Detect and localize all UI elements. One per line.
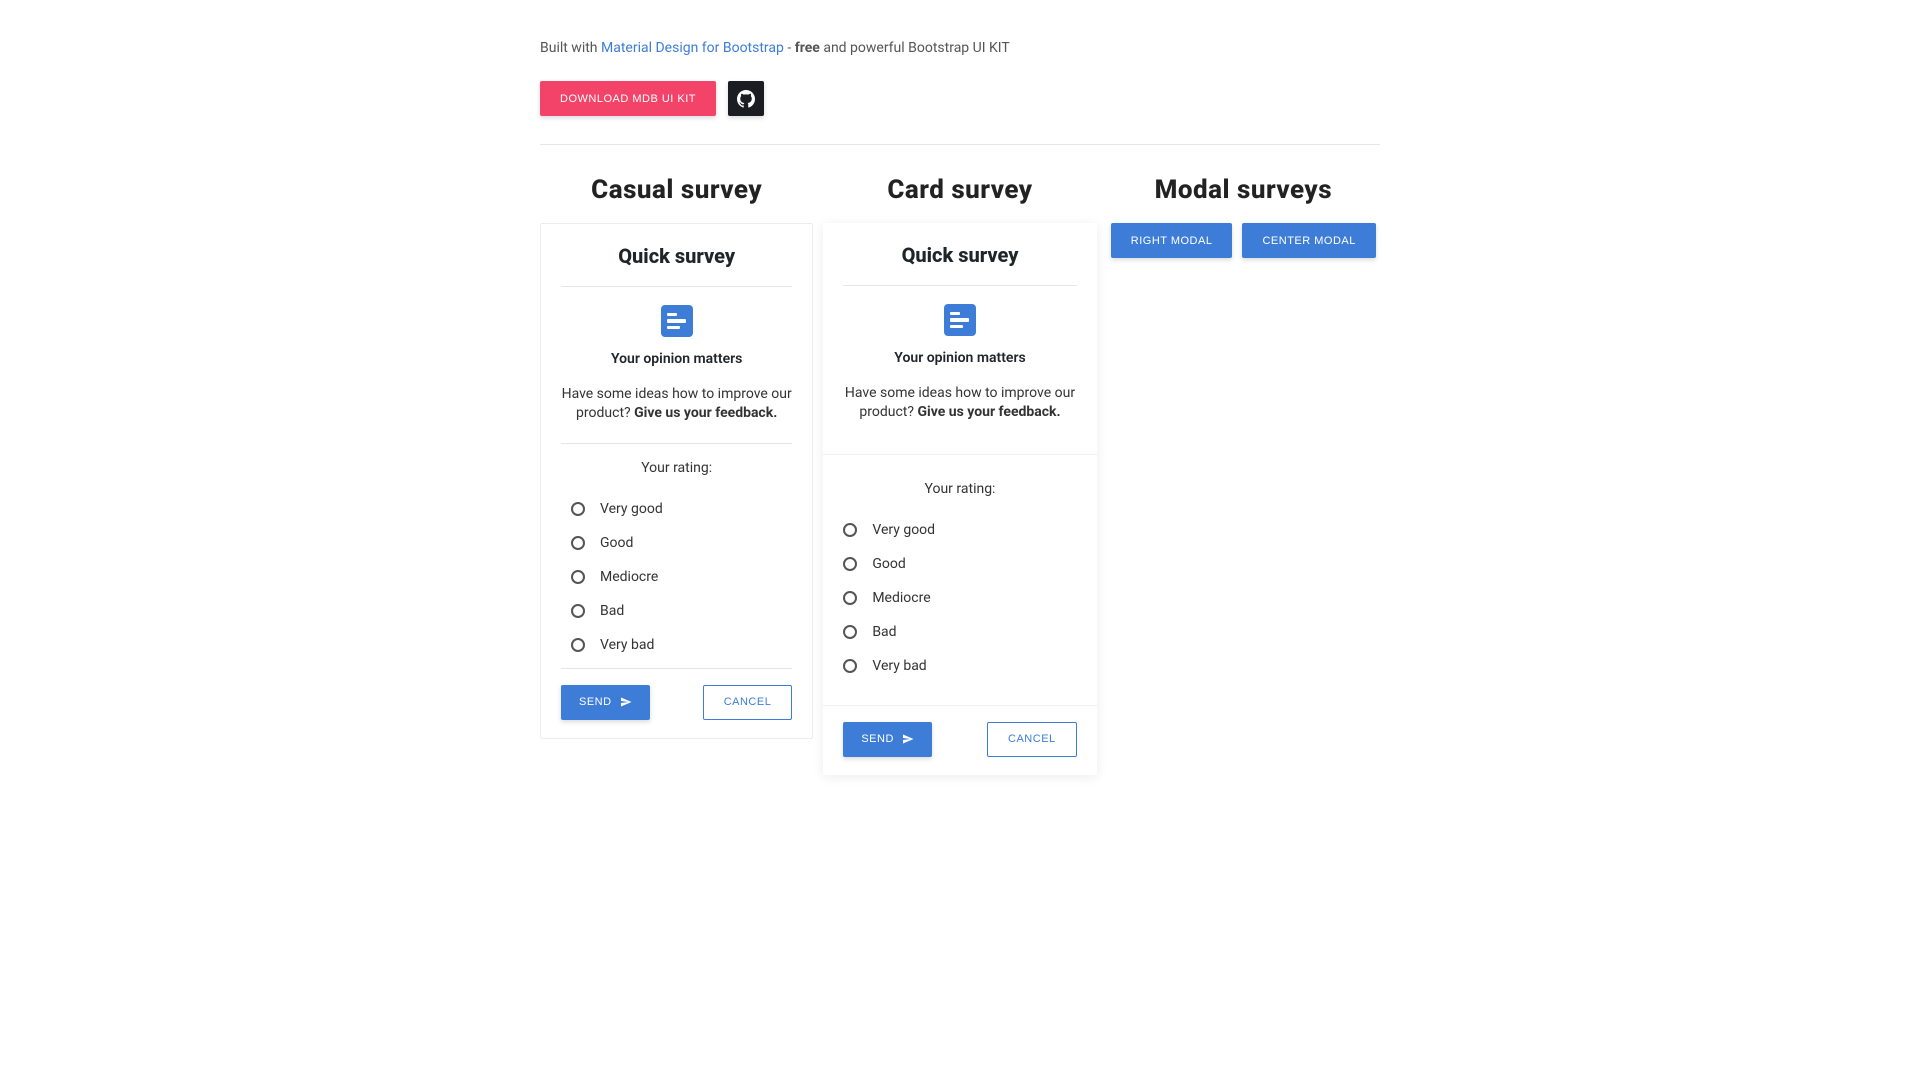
cancel-button[interactable]: CANCEL bbox=[703, 685, 793, 720]
option-row[interactable]: Very good bbox=[843, 513, 1076, 547]
send-button[interactable]: SEND bbox=[843, 722, 932, 757]
card-subtitle: Your opinion matters bbox=[843, 350, 1076, 366]
option-row[interactable]: Bad bbox=[571, 594, 782, 628]
radio-icon bbox=[571, 536, 585, 550]
radio-icon bbox=[571, 638, 585, 652]
card-title: Card survey bbox=[823, 175, 1096, 205]
option-label: Very bad bbox=[872, 658, 926, 674]
card-survey-card: Quick survey Your opinion matters Have s… bbox=[823, 223, 1096, 775]
casual-desc: Have some ideas how to improve our produ… bbox=[561, 385, 792, 423]
divider bbox=[561, 443, 792, 444]
radio-icon bbox=[843, 523, 857, 537]
card-rating-label: Your rating: bbox=[843, 481, 1076, 497]
casual-subtitle: Your opinion matters bbox=[561, 351, 792, 367]
casual-title: Casual survey bbox=[540, 175, 813, 205]
radio-icon bbox=[843, 557, 857, 571]
send-icon bbox=[620, 696, 632, 708]
header-buttons: DOWNLOAD MDB UI KIT bbox=[540, 81, 1380, 134]
card-desc-strong: Give us your feedback. bbox=[917, 404, 1060, 420]
radio-icon bbox=[843, 591, 857, 605]
casual-card-title: Quick survey bbox=[561, 244, 792, 268]
option-label: Mediocre bbox=[872, 590, 930, 606]
cancel-button[interactable]: CANCEL bbox=[987, 722, 1077, 757]
option-row[interactable]: Very bad bbox=[843, 649, 1076, 683]
send-label: SEND bbox=[579, 696, 612, 708]
header-mid: - bbox=[784, 40, 795, 56]
option-row[interactable]: Good bbox=[571, 526, 782, 560]
radio-icon bbox=[843, 659, 857, 673]
option-label: Very good bbox=[872, 522, 935, 538]
github-button[interactable] bbox=[728, 81, 764, 116]
option-label: Very good bbox=[600, 501, 663, 517]
radio-icon bbox=[843, 625, 857, 639]
card-desc: Have some ideas how to improve our produ… bbox=[843, 384, 1076, 422]
option-label: Bad bbox=[872, 624, 896, 640]
github-icon bbox=[737, 90, 755, 108]
header-suffix: and powerful Bootstrap UI KIT bbox=[820, 40, 1010, 56]
divider bbox=[843, 285, 1076, 286]
casual-card: Quick survey Your opinion matters Have s… bbox=[540, 223, 813, 739]
option-row[interactable]: Good bbox=[843, 547, 1076, 581]
center-modal-button[interactable]: CENTER MODAL bbox=[1242, 223, 1375, 258]
radio-icon bbox=[571, 604, 585, 618]
casual-survey-column: Casual survey Quick survey Your opinion … bbox=[540, 175, 813, 775]
divider bbox=[561, 286, 792, 287]
card-survey-title: Quick survey bbox=[843, 243, 1076, 267]
header-text: Built with Material Design for Bootstrap… bbox=[540, 40, 1380, 56]
modal-surveys-column: Modal surveys RIGHT MODAL CENTER MODAL bbox=[1107, 175, 1380, 775]
casual-desc-strong: Give us your feedback. bbox=[634, 405, 777, 421]
divider bbox=[561, 668, 792, 669]
card-options: Very good Good Mediocre Bad Very bad bbox=[843, 513, 1076, 683]
modal-buttons: RIGHT MODAL CENTER MODAL bbox=[1107, 223, 1380, 258]
header-strong: free bbox=[795, 40, 820, 56]
option-row[interactable]: Mediocre bbox=[843, 581, 1076, 615]
modal-title: Modal surveys bbox=[1107, 175, 1380, 205]
radio-icon bbox=[571, 502, 585, 516]
option-label: Mediocre bbox=[600, 569, 658, 585]
send-button[interactable]: SEND bbox=[561, 685, 650, 720]
right-modal-button[interactable]: RIGHT MODAL bbox=[1111, 223, 1233, 258]
survey-icon bbox=[944, 304, 976, 336]
option-label: Very bad bbox=[600, 637, 654, 653]
casual-actions: SEND CANCEL bbox=[541, 671, 812, 738]
option-row[interactable]: Mediocre bbox=[571, 560, 782, 594]
mdb-link[interactable]: Material Design for Bootstrap bbox=[601, 40, 784, 56]
radio-icon bbox=[571, 570, 585, 584]
option-label: Bad bbox=[600, 603, 624, 619]
option-row[interactable]: Bad bbox=[843, 615, 1076, 649]
survey-icon bbox=[661, 305, 693, 337]
option-label: Good bbox=[872, 556, 905, 572]
option-row[interactable]: Very good bbox=[571, 492, 782, 526]
header-divider bbox=[540, 144, 1380, 145]
header-prefix: Built with bbox=[540, 40, 601, 56]
casual-options: Very good Good Mediocre Bad Very bad bbox=[561, 492, 792, 668]
download-button[interactable]: DOWNLOAD MDB UI KIT bbox=[540, 81, 716, 116]
casual-rating-label: Your rating: bbox=[561, 460, 792, 476]
send-icon bbox=[902, 733, 914, 745]
option-row[interactable]: Very bad bbox=[571, 628, 782, 662]
card-survey-column: Card survey Quick survey Your opinion ma… bbox=[823, 175, 1096, 775]
option-label: Good bbox=[600, 535, 633, 551]
card-actions: SEND CANCEL bbox=[823, 705, 1096, 775]
send-label: SEND bbox=[861, 733, 894, 745]
rating-section: Your rating: Very good Good Mediocre Bad… bbox=[823, 454, 1096, 705]
